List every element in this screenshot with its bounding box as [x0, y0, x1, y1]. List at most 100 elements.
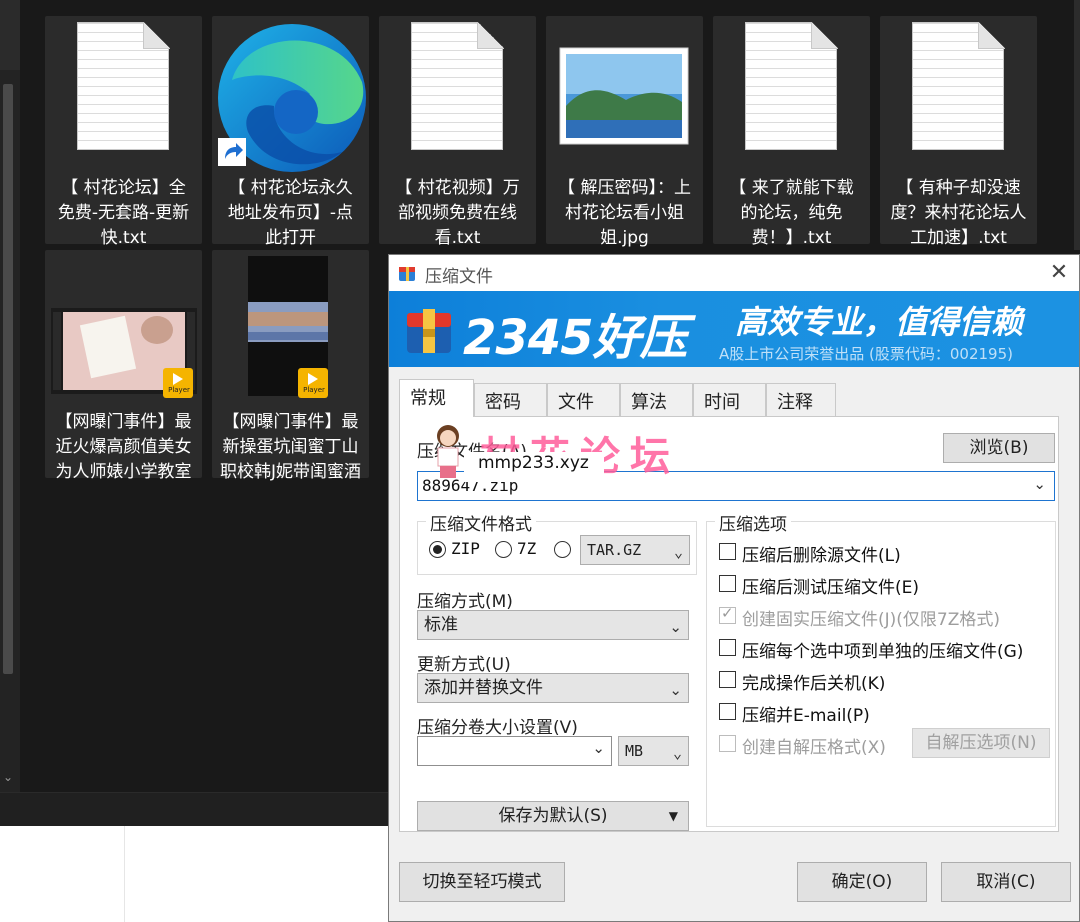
watermark-girl-icon	[428, 422, 468, 484]
solid-archive-checkbox[interactable]: ✓	[719, 604, 736, 624]
right-scrollbar[interactable]	[1074, 0, 1080, 250]
test-archive-checkbox[interactable]	[719, 575, 736, 592]
page-fold-icon	[143, 22, 170, 49]
page-fold-icon	[978, 22, 1005, 49]
delete-source-checkbox[interactable]	[719, 543, 736, 560]
split-unit-value: MB	[625, 742, 644, 760]
promo-banner: 2345好压 高效专业，值得信赖 A股上市公司荣誉出品 (股票代码：002195…	[389, 291, 1079, 367]
page-fold-icon	[477, 22, 504, 49]
archive-box-icon	[407, 309, 451, 353]
compress-dialog: 压缩文件 ✕ 2345好压 高效专业，值得信赖 A股上市公司荣誉出品 (股票代码…	[388, 254, 1080, 922]
chevron-down-icon: ⌄	[669, 681, 682, 699]
zip-radio[interactable]	[429, 541, 446, 558]
scroll-down-icon[interactable]: ⌄	[3, 770, 13, 784]
method-value: 标准	[424, 615, 458, 635]
ok-button[interactable]: 确定(O)	[797, 862, 927, 902]
shutdown-checkbox[interactable]	[719, 671, 736, 688]
shutdown-label: 完成操作后关机(K)	[742, 674, 886, 694]
image-file-icon	[559, 47, 689, 145]
save-default-label: 保存为默认(S)	[498, 806, 608, 826]
title-bar[interactable]: 压缩文件 ✕	[389, 255, 1079, 291]
light-mode-button[interactable]: 切换至轻巧模式	[399, 862, 565, 902]
file-tile[interactable]: Player 【网曝门事件】最新操蛋坑闺蜜丁山职校韩J妮带闺蜜酒店约炮...	[212, 250, 369, 482]
file-tile[interactable]: 【 有种子却没速度？来村花论坛人工加速】.txt	[880, 16, 1037, 248]
other-format-value: TAR.GZ	[587, 541, 642, 559]
chevron-down-icon[interactable]: ⌄	[1033, 475, 1046, 493]
sfx-options-button[interactable]: 自解压选项(N)	[912, 728, 1050, 758]
update-select[interactable]: 添加并替换文件 ⌄	[417, 673, 689, 703]
dropdown-arrow-icon[interactable]: ▼	[669, 802, 678, 830]
zip-label: ZIP	[451, 539, 480, 558]
tab-strip: 常规 密码 文件 算法 时间 注释	[399, 379, 1069, 417]
tab-general[interactable]: 常规	[399, 379, 474, 417]
navigation-scrollbar[interactable]: ⌄	[0, 0, 20, 826]
dialog-title: 压缩文件	[425, 267, 493, 287]
file-tile[interactable]: Player 【网曝门事件】最近火爆高颜值美女为人师婊小学教室『李雪...	[45, 250, 202, 482]
file-tile[interactable]: 【 村花视频】万部视频免费在线看.txt	[379, 16, 536, 248]
banner-subtext: A股上市公司荣誉出品 (股票代码：002195)	[719, 345, 1013, 363]
tab-time[interactable]: 时间	[693, 383, 766, 417]
file-name: 【网曝门事件】最新操蛋坑闺蜜丁山职校韩J妮带闺蜜酒店约炮...	[220, 412, 361, 482]
cancel-button[interactable]: 取消(C)	[941, 862, 1071, 902]
brand-name: 2345好压	[463, 310, 688, 366]
watermark-url: mmp233.xyz	[464, 452, 604, 482]
email-checkbox[interactable]	[719, 703, 736, 720]
browse-button[interactable]: 浏览(B)	[943, 433, 1055, 463]
format-group-title: 压缩文件格式	[426, 510, 536, 535]
save-default-button[interactable]: 保存为默认(S) ▼	[417, 801, 689, 831]
player-badge-label: Player	[303, 386, 325, 394]
tab-password[interactable]: 密码	[474, 383, 547, 417]
scrollbar-thumb[interactable]	[3, 84, 13, 674]
file-name: 【 来了就能下载的论坛，纯免费！】.txt	[729, 178, 854, 248]
file-tile[interactable]: 【 解压密码】：上村花论坛看小姐姐.jpg	[546, 16, 703, 248]
video-thumbnail	[248, 256, 328, 398]
split-divider	[656, 802, 657, 830]
file-tile[interactable]: 【 村花论坛永久地址发布页】-点此打开	[212, 16, 369, 248]
separate-archives-checkbox[interactable]	[719, 639, 736, 656]
chevron-down-icon[interactable]: ⌄	[592, 739, 605, 757]
update-label: 更新方式(U)	[417, 655, 511, 675]
tab-files[interactable]: 文件	[547, 383, 620, 417]
chevron-down-icon: ⌄	[669, 618, 682, 636]
other-format-select[interactable]: TAR.GZ ⌄	[580, 535, 690, 565]
page-fold-icon	[811, 22, 838, 49]
file-tile[interactable]: 【 村花论坛】全免费-无套路-更新快.txt	[45, 16, 202, 248]
banner-slogan: 高效专业，值得信赖	[735, 303, 1024, 341]
sfx-checkbox[interactable]	[719, 735, 736, 752]
tab-algorithm[interactable]: 算法	[620, 383, 693, 417]
close-icon[interactable]: ✕	[1045, 259, 1073, 287]
method-select[interactable]: 标准 ⌄	[417, 610, 689, 640]
method-label: 压缩方式(M)	[417, 592, 513, 612]
split-label: 压缩分卷大小设置(V)	[417, 718, 578, 738]
chevron-down-icon: ⌄	[673, 543, 683, 561]
file-name: 【 有种子却没速度？来村花论坛人工加速】.txt	[890, 178, 1027, 248]
file-tile[interactable]: 【 来了就能下载的论坛，纯免费！】.txt	[713, 16, 870, 248]
file-name: 【 村花视频】万部视频免费在线看.txt	[395, 178, 520, 248]
split-size-input[interactable]: ⌄	[417, 736, 612, 766]
7z-radio[interactable]	[495, 541, 512, 558]
scroll-up-area[interactable]	[0, 0, 20, 70]
video-thumbnail	[51, 308, 197, 398]
player-badge-label: Player	[168, 386, 190, 394]
update-value: 添加并替换文件	[424, 678, 543, 698]
background-window	[0, 826, 388, 922]
7z-label: 7Z	[517, 539, 537, 558]
sfx-label: 创建自解压格式(X)	[742, 738, 886, 758]
tab-comment[interactable]: 注释	[766, 383, 836, 417]
solid-archive-label: 创建固实压缩文件(J)(仅限7Z格式)	[742, 610, 1001, 630]
test-archive-label: 压缩后测试压缩文件(E)	[742, 578, 920, 598]
divider	[124, 826, 125, 922]
other-format-radio[interactable]	[554, 541, 571, 558]
separate-archives-label: 压缩每个选中项到单独的压缩文件(G)	[742, 642, 1024, 662]
delete-source-label: 压缩后删除源文件(L)	[742, 546, 901, 566]
shortcut-arrow-icon	[218, 138, 246, 166]
file-name: 【网曝门事件】最近火爆高颜值美女为人师婊小学教室『李雪...	[55, 412, 192, 482]
file-name: 【 解压密码】：上村花论坛看小姐姐.jpg	[558, 178, 691, 248]
chevron-down-icon: ⌄	[672, 744, 682, 762]
check-icon: ✓	[721, 604, 734, 622]
file-name: 【 村花论坛永久地址发布页】-点此打开	[227, 178, 354, 248]
split-unit-select[interactable]: MB ⌄	[618, 736, 689, 766]
file-name: 【 村花论坛】全免费-无套路-更新快.txt	[57, 178, 190, 248]
email-label: 压缩并E-mail(P)	[742, 706, 870, 726]
haozip-app-icon	[399, 267, 415, 281]
